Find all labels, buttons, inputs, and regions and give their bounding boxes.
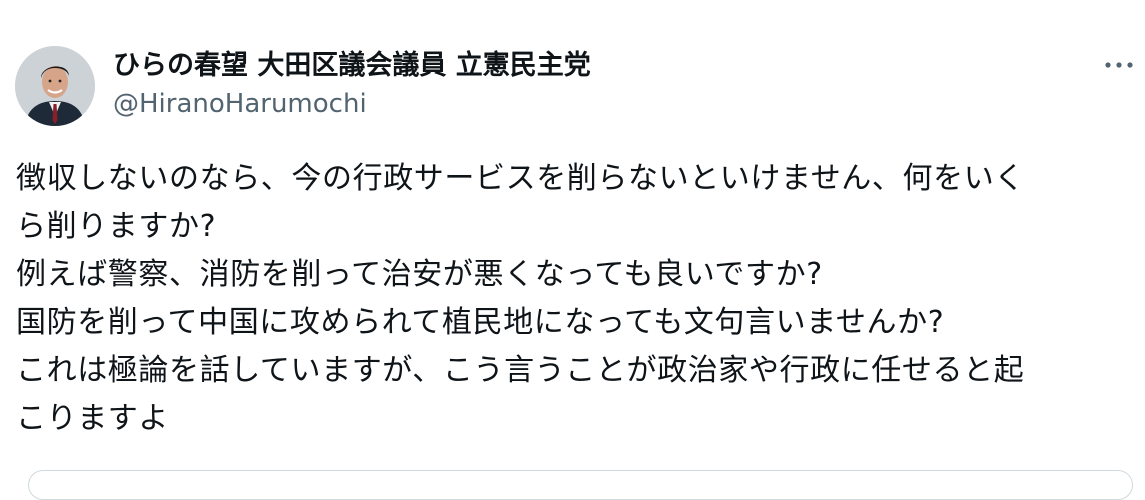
tweet-text-line: こりますよ: [16, 401, 169, 436]
tweet-text-line: 徴収しないのなら、今の行政サービスを削らないといけません、何をいく: [16, 161, 1025, 196]
more-options-button[interactable]: [1101, 50, 1137, 80]
more-horizontal-icon: [1105, 62, 1133, 68]
tweet-text-line: これは極論を話していますが、こう言うことが政治家や行政に任せると起: [16, 353, 1025, 388]
tweet-text: 徴収しないのなら、今の行政サービスを削らないといけません、何をいく ら削りますか…: [16, 155, 1136, 443]
tweet-text-line: 国防を削って中国に攻められて植民地になっても文句言いませんか?: [16, 305, 945, 340]
author-block: ひらの春望 大田区議会議員 立憲民主党 @HiranoHarumochi: [113, 48, 591, 122]
tweet: ひらの春望 大田区議会議員 立憲民主党 @HiranoHarumochi 徴収し…: [0, 0, 1145, 500]
quoted-card-edge[interactable]: [28, 470, 1133, 500]
tweet-text-line: ら削りますか?: [16, 209, 217, 244]
avatar-photo: [15, 46, 95, 126]
author-display-name[interactable]: ひらの春望 大田区議会議員 立憲民主党: [113, 48, 591, 84]
avatar[interactable]: [15, 46, 95, 126]
author-handle[interactable]: @HiranoHarumochi: [113, 86, 591, 122]
tweet-text-line: 例えば警察、消防を削って治安が悪くなっても良いですか?: [16, 257, 823, 292]
